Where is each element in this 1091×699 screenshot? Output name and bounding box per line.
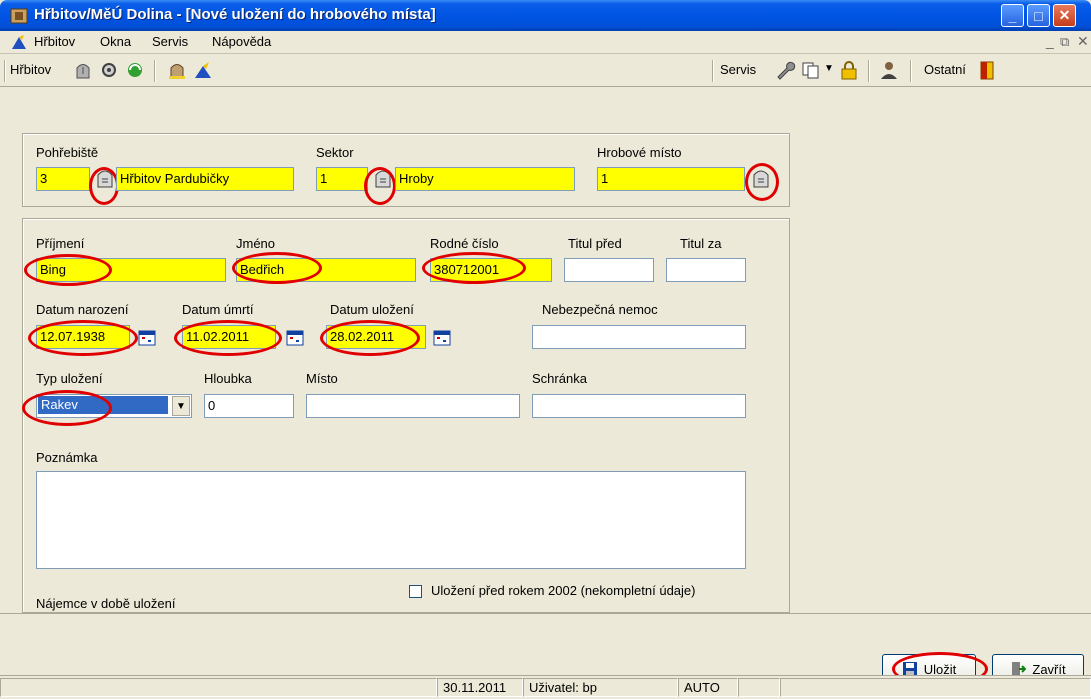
hloubka-label: Hloubka [204,371,252,386]
calendar-icon[interactable] [286,328,304,346]
datum-ulozeni-label: Datum uložení [330,302,414,317]
lock-icon[interactable] [838,60,860,80]
prijmeni-field[interactable]: Bing [36,258,226,282]
copy-icon[interactable] [800,60,822,80]
prijmeni-label: Příjmení [36,236,85,251]
sektor-lookup-icon[interactable] [372,167,394,189]
app-icon [10,8,28,24]
poznamka-label: Poznámka [36,450,98,465]
tomb-icon[interactable] [72,60,94,80]
rodne-cislo-field[interactable]: 380712001 [430,258,552,282]
calendar-icon[interactable] [433,328,451,346]
sektor-name-field[interactable]: Hroby [395,167,575,191]
schranka-label: Schránka [532,371,587,386]
typ-ulozeni-select[interactable]: Rakev [36,394,192,418]
calendar-icon[interactable] [138,328,156,346]
misto-label: Místo [306,371,338,386]
sektor-code-field[interactable]: 1 [316,167,368,191]
titul-pred-label: Titul před [568,236,622,251]
dropdown-arrow-icon[interactable]: ▼ [824,63,834,74]
toolbar-separator-2 [712,60,714,82]
close-button[interactable]: ✕ [1053,4,1076,27]
typ-ulozeni-value: Rakev [38,396,168,414]
pred-2002-checkbox[interactable] [409,585,422,598]
menu-servis[interactable]: Servis [152,34,188,49]
toolbar-hrbitov-label: Hřbitov [10,62,52,77]
menu-napoveda[interactable]: Nápověda [212,34,271,49]
titul-pred-field[interactable] [564,258,654,282]
status-bar: 30.11.2011 Uživatel: bp AUTO [0,675,1091,699]
grave-icon[interactable] [166,60,188,80]
nebezpecna-nemoc-label: Nebezpečná nemoc [542,302,658,317]
najemce-label: Nájemce v době uložení [36,596,176,611]
title-bar[interactable]: Hřbitov/MěÚ Dolina - [Nové uložení do hr… [0,0,1091,31]
chevron-down-icon[interactable]: ▼ [172,396,190,416]
refresh-icon[interactable] [124,60,146,80]
toolbar-grip [4,60,6,82]
pohrebiste-name-field[interactable]: Hřbitov Pardubičky [116,167,294,191]
wrench-icon[interactable] [774,60,796,80]
menu-bar: Hřbitov Okna Servis Nápověda _ ⧉ ✕ [0,31,1091,54]
maximize-icon: □ [1034,7,1043,24]
toolbar-ostatni-label: Ostatní [924,62,966,77]
hloubka-field[interactable]: 0 [204,394,294,418]
rodne-cislo-label: Rodné číslo [430,236,499,251]
hrobove-misto-label: Hrobové místo [597,145,682,160]
hrobove-misto-field[interactable]: 1 [597,167,745,191]
sektor-label: Sektor [316,145,354,160]
mdi-minimize-icon[interactable]: _ [1046,33,1054,49]
toolbar-servis-label: Servis [720,62,757,77]
schranka-field[interactable] [532,394,746,418]
datum-narozeni-label: Datum narození [36,302,129,317]
pohrebiste-code-field[interactable]: 3 [36,167,90,191]
status-cell-wide [780,678,1091,697]
status-date: 30.11.2011 [437,678,523,697]
exit-door-icon[interactable] [976,60,998,80]
status-user: Uživatel: bp [523,678,678,697]
mdi-restore-icon[interactable]: ⧉ [1060,34,1069,50]
menu-hrbitov[interactable]: Hřbitov [34,34,75,49]
maximize-button[interactable]: □ [1027,4,1050,27]
titul-za-label: Titul za [680,236,722,251]
user-icon[interactable] [878,60,900,80]
datum-ulozeni-field[interactable]: 28.02.2011 [326,325,426,349]
close-icon: ✕ [1058,7,1071,23]
mdi-close-icon[interactable]: ✕ [1077,33,1089,50]
shovel-icon[interactable] [192,60,214,80]
pohrebiste-lookup-icon[interactable] [94,167,116,189]
mdi-child-icon[interactable] [10,33,28,51]
datum-umrti-label: Datum úmrtí [182,302,254,317]
poznamka-textarea[interactable] [36,471,746,569]
toolbar-separator-3 [868,60,870,82]
gear-icon[interactable] [98,60,120,80]
toolbar: Hřbitov Servis ▼ Ostatní [0,54,1091,87]
toolbar-separator [154,60,156,82]
status-cell-empty [0,678,437,697]
typ-ulozeni-label: Typ uložení [36,371,103,386]
toolbar-separator-4 [910,60,912,82]
status-mode: AUTO [678,678,738,697]
datum-narozeni-field[interactable]: 12.07.1938 [36,325,130,349]
pred-2002-label: Uložení před rokem 2002 (nekompletní úda… [431,583,696,598]
nebezpecna-nemoc-field[interactable] [532,325,746,349]
pohrebiste-label: Pohřebiště [36,145,99,160]
status-cell-blank [738,678,780,697]
datum-umrti-field[interactable]: 11.02.2011 [182,325,276,349]
minimize-button[interactable]: _ [1001,4,1024,27]
jmeno-field[interactable]: Bedřich [236,258,416,282]
minimize-icon: _ [1008,7,1017,24]
misto-field[interactable] [306,394,520,418]
blank-area [790,87,1091,613]
titul-za-field[interactable] [666,258,746,282]
window-title: Hřbitov/MěÚ Dolina - [Nové uložení do hr… [34,6,436,23]
jmeno-label: Jméno [236,236,276,251]
hrobove-misto-lookup-icon[interactable] [750,167,772,189]
menu-okna[interactable]: Okna [100,34,131,49]
